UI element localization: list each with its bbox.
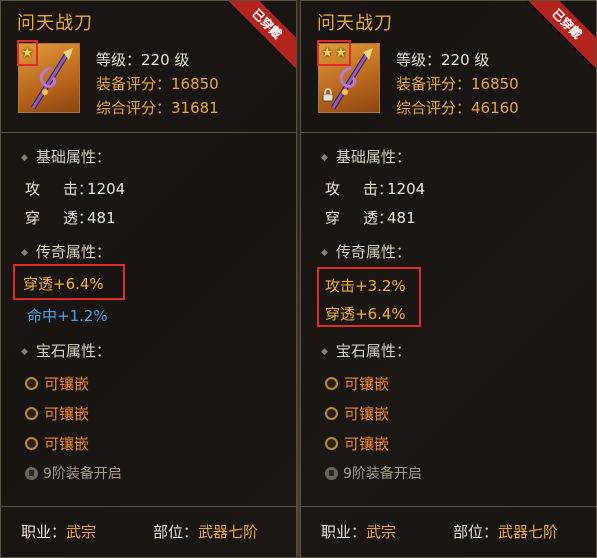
total-score: 综合评分：46160 <box>396 99 519 117</box>
gem-attrs-title: ◆ 宝石属性： <box>21 342 111 360</box>
equipment-tooltip-left: 问天战刀 已穿戴 ★ 等级：220 级 装备评分：16850 综合评分：3168… <box>0 0 297 558</box>
star-rating: ★ ★ <box>317 40 352 66</box>
item-name: 问天战刀 <box>17 13 93 34</box>
equip-score: 装备评分：16850 <box>396 75 519 93</box>
star-icon: ★ <box>21 45 34 61</box>
item-name: 问天战刀 <box>317 13 393 34</box>
job-info: 职业：武宗 <box>21 523 97 541</box>
equip-score: 装备评分：16850 <box>96 75 219 93</box>
legend-attrs-title: ◆ 传奇属性： <box>21 243 111 261</box>
lock-icon <box>322 88 334 102</box>
gem-attrs-title: ◆ 宝石属性： <box>321 342 411 360</box>
total-score: 综合评分：31681 <box>96 99 219 117</box>
divider <box>301 132 596 133</box>
locked-gem-slot: 9阶装备开启 <box>25 463 122 483</box>
gem-slot[interactable]: 可镶嵌 <box>325 433 389 454</box>
locked-gem-slot: 9阶装备开启 <box>325 463 422 483</box>
item-level: 等级：220 级 <box>96 51 190 69</box>
attr-penetration: 穿透：481 <box>325 209 416 227</box>
basic-attrs-title: ◆ 基础属性： <box>21 148 111 166</box>
attr-attack: 攻击：1204 <box>325 180 426 198</box>
attr-attack: 攻击：1204 <box>25 180 126 198</box>
gem-slot[interactable]: 可镶嵌 <box>325 403 389 424</box>
gem-slot[interactable]: 可镶嵌 <box>25 403 89 424</box>
diamond-icon: ◆ <box>321 248 328 258</box>
lock-icon <box>325 466 338 480</box>
attr-penetration: 穿透：481 <box>25 209 116 227</box>
legend-attrs-title: ◆ 传奇属性： <box>321 243 411 261</box>
diamond-icon: ◆ <box>21 248 28 258</box>
item-level: 等级：220 级 <box>396 51 490 69</box>
star-icon: ★ <box>321 45 334 61</box>
legend-attr: 穿透+6.4% <box>325 305 406 323</box>
gem-socket-icon <box>25 437 38 450</box>
slot-info: 部位：武器七阶 <box>153 523 259 541</box>
item-icon: ★ ★ <box>317 40 380 113</box>
gem-socket-icon <box>25 377 38 390</box>
legend-attr: 命中+1.2% <box>27 307 108 325</box>
diamond-icon: ◆ <box>321 153 328 163</box>
basic-attrs-title: ◆ 基础属性： <box>321 148 411 166</box>
legend-attr: 攻击+3.2% <box>325 277 406 295</box>
diamond-icon: ◆ <box>321 347 328 357</box>
divider <box>1 132 296 133</box>
gem-socket-icon <box>325 407 338 420</box>
item-icon: ★ <box>17 40 80 113</box>
equipped-badge: 已穿戴 <box>520 1 596 71</box>
gem-socket-icon <box>325 377 338 390</box>
star-icon: ★ <box>334 45 348 61</box>
legend-attr: 穿透+6.4% <box>23 275 104 293</box>
gem-slot[interactable]: 可镶嵌 <box>25 373 89 394</box>
lock-icon <box>25 466 38 480</box>
gem-slot[interactable]: 可镶嵌 <box>25 433 89 454</box>
star-rating: ★ <box>17 40 38 66</box>
equipped-badge: 已穿戴 <box>220 1 296 71</box>
diamond-icon: ◆ <box>21 153 28 163</box>
gem-slot[interactable]: 可镶嵌 <box>325 373 389 394</box>
diamond-icon: ◆ <box>21 347 28 357</box>
divider <box>301 506 596 507</box>
slot-info: 部位：武器七阶 <box>453 523 559 541</box>
divider <box>1 506 296 507</box>
job-info: 职业：武宗 <box>321 523 397 541</box>
gem-socket-icon <box>25 407 38 420</box>
equipment-tooltip-right: 问天战刀 已穿戴 ★ ★ 等级：220 级 装备评分：16850 综合评分：46… <box>300 0 597 558</box>
gem-socket-icon <box>325 437 338 450</box>
